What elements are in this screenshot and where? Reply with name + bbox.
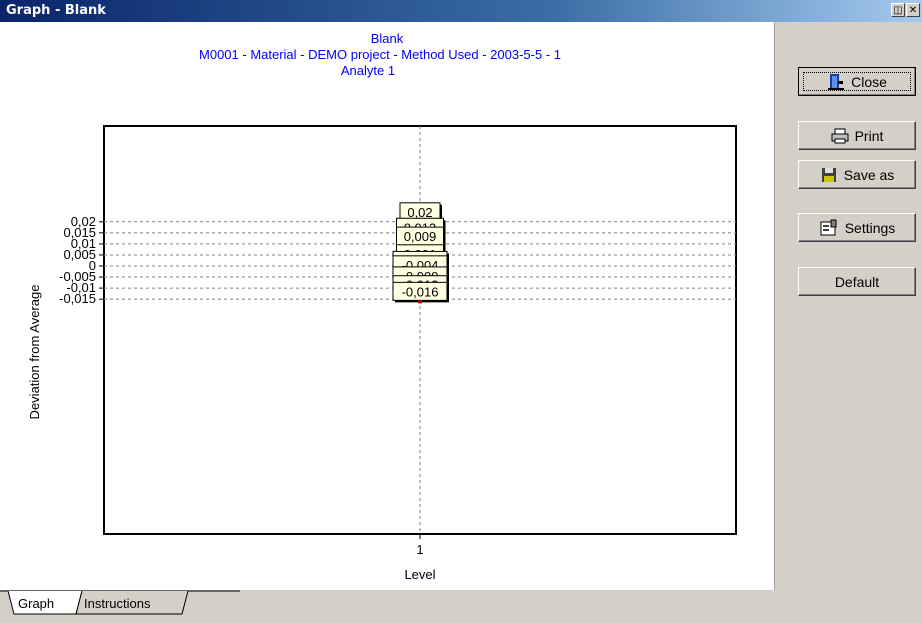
settings-properties-icon: [820, 219, 837, 235]
data-marker: [418, 300, 422, 304]
y-axis-label: Deviation from Average: [27, 285, 42, 420]
restore-button[interactable]: ◫: [891, 3, 905, 17]
settings-button-label: Settings: [844, 219, 896, 236]
data-label: 0,009: [404, 229, 437, 244]
button-panel: Close Print Save as Settings Default: [774, 22, 922, 590]
data-label: 0,02: [407, 205, 432, 220]
title-bar: Graph - Blank ◫ ✕: [0, 0, 922, 22]
chart-panel: Blank M0001 - Material - DEMO project - …: [0, 22, 774, 590]
save-as-button-label: Save as: [843, 166, 895, 183]
tab-graph[interactable]: Graph: [12, 594, 60, 614]
print-button[interactable]: Print: [798, 121, 916, 150]
close-button[interactable]: Close: [798, 67, 916, 96]
x-tick-label: 1: [416, 542, 423, 557]
chart-series-title: Analyte 1: [341, 63, 395, 78]
chart-title: Blank: [371, 31, 404, 46]
close-button-label: Close: [851, 73, 887, 90]
chart-subtitle: M0001 - Material - DEMO project - Method…: [199, 47, 561, 62]
tab-bar: Graph Instructions: [0, 590, 922, 623]
y-tick-label: -0,015: [59, 291, 96, 306]
tab-instructions[interactable]: Instructions: [78, 594, 156, 614]
x-axis-label: Level: [404, 567, 435, 582]
printer-icon: [831, 128, 849, 143]
default-button-label: Default: [834, 273, 880, 290]
data-point: -0,016: [392, 281, 449, 304]
deviation-chart: Blank M0001 - Material - DEMO project - …: [27, 31, 737, 582]
floppy-disk-icon: [821, 167, 836, 182]
print-button-label: Print: [854, 127, 884, 144]
save-as-button[interactable]: Save as: [798, 160, 916, 189]
settings-button[interactable]: Settings: [798, 213, 916, 242]
exit-door-icon: [828, 73, 845, 90]
data-label: -0,016: [402, 284, 439, 299]
default-button[interactable]: Default: [798, 267, 916, 296]
close-window-button[interactable]: ✕: [906, 3, 920, 17]
window-title: Graph - Blank: [6, 3, 106, 18]
